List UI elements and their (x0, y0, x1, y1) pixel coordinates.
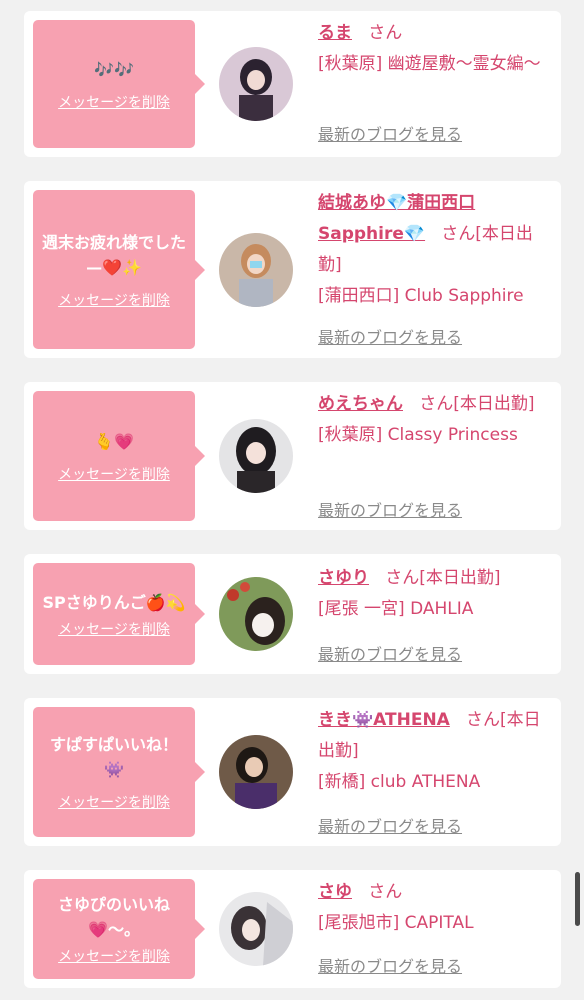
user-name-link[interactable]: るま (318, 23, 352, 43)
avatar[interactable] (219, 233, 293, 307)
avatar[interactable] (219, 577, 293, 651)
message-card: 🫰💗 メッセージを削除 めえちゃん さん[本日出勤] [秋葉原] Classy … (24, 382, 561, 530)
message-text: 週末お疲れ様でした—❤️✨ (41, 232, 186, 277)
scrollbar[interactable] (575, 872, 580, 926)
latest-blog-link[interactable]: 最新のブログを見る (318, 121, 462, 145)
user-name-link[interactable]: めえちゃん (318, 394, 403, 414)
avatar[interactable] (219, 419, 293, 493)
honorific: さん (441, 224, 476, 244)
shop-name: [秋葉原] Classy Princess (318, 425, 518, 445)
avatar[interactable] (219, 47, 293, 121)
latest-blog-link[interactable]: 最新のブログを見る (318, 641, 462, 665)
message-bubble: 週末お疲れ様でした—❤️✨ メッセージを削除 (33, 190, 205, 349)
user-info: るま さん [秋葉原] 幽遊屋敷〜霊女編〜 (318, 18, 554, 80)
latest-blog-link[interactable]: 最新のブログを見る (318, 497, 462, 521)
message-bubble: SPさゆりんご🍎💫 メッセージを削除 (33, 563, 205, 665)
user-name-link[interactable]: さゆ (318, 882, 352, 902)
delete-message-link[interactable]: メッセージを削除 (58, 290, 170, 310)
honorific: さん (466, 710, 501, 730)
message-bubble: 🫰💗 メッセージを削除 (33, 391, 205, 521)
shop-name: [新橋] club ATHENA (318, 772, 481, 792)
message-bubble: 🎶🎶 メッセージを削除 (33, 20, 205, 148)
latest-blog-link[interactable]: 最新のブログを見る (318, 813, 462, 837)
shop-name: [尾張 一宮] DAHLIA (318, 599, 474, 619)
delete-message-link[interactable]: メッセージを削除 (58, 792, 170, 812)
user-info: さゆ さん [尾張旭市] CAPITAL (318, 877, 554, 939)
status-text: [本日出勤] (419, 568, 501, 588)
avatar[interactable] (219, 892, 293, 966)
honorific: さん (368, 23, 403, 43)
user-info: めえちゃん さん[本日出勤] [秋葉原] Classy Princess (318, 389, 554, 451)
user-name-link[interactable]: きき👾ATHENA (318, 710, 450, 730)
message-card: 🎶🎶 メッセージを削除 るま さん [秋葉原] 幽遊屋敷〜霊女編〜 最新のブログ… (24, 11, 561, 157)
message-card: SPさゆりんご🍎💫 メッセージを削除 さゆり さん[本日出勤] [尾張 一宮] … (24, 554, 561, 674)
user-info: さゆり さん[本日出勤] [尾張 一宮] DAHLIA (318, 563, 554, 625)
message-text: 🫰💗 (94, 431, 134, 451)
message-text: さゆぴのいいね💗〜。 (57, 895, 170, 939)
honorific: さん (385, 568, 420, 588)
latest-blog-link[interactable]: 最新のブログを見る (318, 324, 462, 348)
status-text: [本日出勤] (453, 394, 535, 414)
delete-message-link[interactable]: メッセージを削除 (58, 464, 170, 484)
message-bubble: すぱすぱいいね！👾 メッセージを削除 (33, 707, 205, 837)
user-info: 結城あゆ💎蒲田西口Sapphire💎 さん[本日出勤] [蒲田西口] Club … (318, 188, 554, 312)
message-card: すぱすぱいいね！👾 メッセージを削除 きき👾ATHENA さん[本日出勤] [新… (24, 698, 561, 846)
message-text: SPさゆりんご🍎💫 (42, 592, 186, 612)
latest-blog-link[interactable]: 最新のブログを見る (318, 953, 462, 977)
shop-name: [秋葉原] 幽遊屋敷〜霊女編〜 (318, 54, 541, 74)
user-info: きき👾ATHENA さん[本日出勤] [新橋] club ATHENA (318, 705, 554, 798)
message-card: 週末お疲れ様でした—❤️✨ メッセージを削除 結城あゆ💎蒲田西口Sapphire… (24, 181, 561, 358)
delete-message-link[interactable]: メッセージを削除 (58, 619, 170, 639)
message-text: 🎶🎶 (94, 59, 134, 79)
message-card: さゆぴのいいね💗〜。 メッセージを削除 さゆ さん [尾張旭市] CAPITAL… (24, 870, 561, 988)
honorific: さん (368, 882, 403, 902)
shop-name: [尾張旭市] CAPITAL (318, 913, 474, 933)
user-name-link[interactable]: さゆり (318, 568, 369, 588)
avatar[interactable] (219, 735, 293, 809)
delete-message-link[interactable]: メッセージを削除 (58, 92, 170, 112)
message-bubble: さゆぴのいいね💗〜。 メッセージを削除 (33, 879, 205, 979)
shop-name: [蒲田西口] Club Sapphire (318, 286, 524, 306)
message-text: すぱすぱいいね！👾 (49, 735, 178, 779)
delete-message-link[interactable]: メッセージを削除 (58, 946, 170, 966)
honorific: さん (419, 394, 454, 414)
